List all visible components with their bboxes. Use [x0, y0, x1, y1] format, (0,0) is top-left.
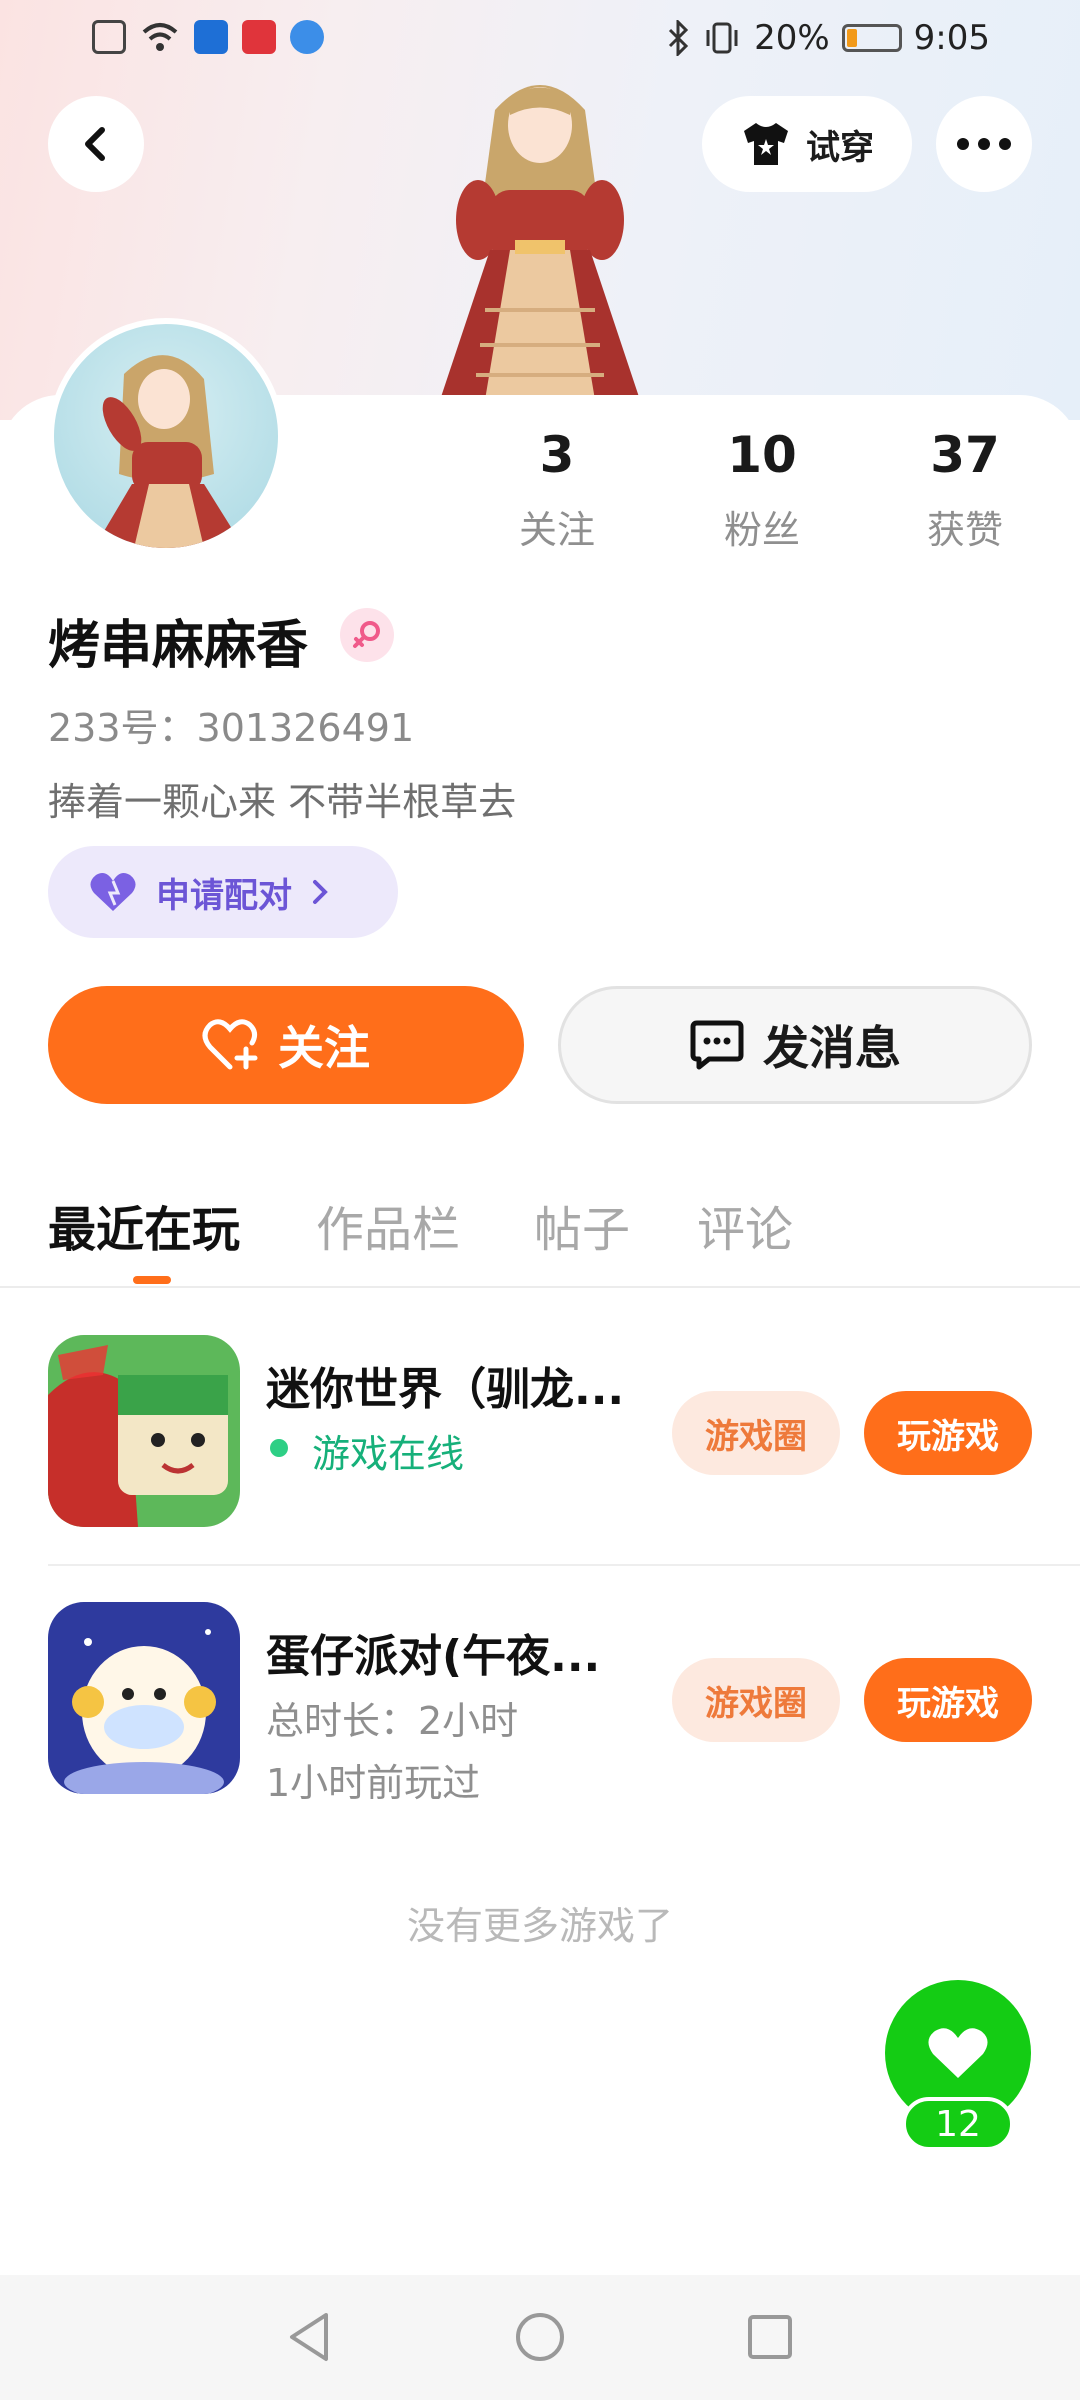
- game-list-item[interactable]: 迷你世界（驯龙... 游戏在线 游戏圈 玩游戏: [0, 1335, 1080, 1571]
- stat-label: 获赞: [926, 508, 1003, 552]
- more-dots-icon: [957, 138, 1011, 150]
- play-game-button[interactable]: 玩游戏: [864, 1658, 1032, 1742]
- stat-value: 3: [539, 426, 575, 484]
- profile-name: 烤串麻麻香: [48, 616, 309, 676]
- back-button[interactable]: [48, 96, 144, 192]
- nav-home-icon[interactable]: [510, 2307, 570, 2367]
- game-circle-button[interactable]: 游戏圈: [672, 1391, 840, 1475]
- bluetooth-icon: [669, 20, 689, 56]
- list-divider: [48, 1564, 1080, 1566]
- tab-comments[interactable]: 评论: [697, 1190, 793, 1260]
- game-circle-button[interactable]: 游戏圈: [672, 1658, 840, 1742]
- user-bio: 捧着一颗心来 不带半根草去: [48, 780, 517, 824]
- heart-icon: [928, 2028, 988, 2078]
- stat-value: 10: [727, 426, 797, 484]
- game-title: 迷你世界（驯龙...: [266, 1364, 625, 1415]
- send-message-button[interactable]: 发消息: [558, 986, 1032, 1104]
- avatar[interactable]: [48, 318, 284, 554]
- game-icon-eggy-party: [48, 1602, 240, 1794]
- battery-fill: [846, 29, 858, 47]
- tab-posts[interactable]: 帖子: [534, 1190, 630, 1260]
- battery-percent: 20%: [754, 18, 830, 58]
- status-left-icons: [92, 20, 324, 54]
- chat-bubble-icon: [690, 1020, 744, 1070]
- try-on-button[interactable]: 试穿: [702, 96, 912, 192]
- tab-recent-playing[interactable]: 最近在玩: [48, 1190, 240, 1260]
- heart-pair-icon: [90, 873, 136, 911]
- nav-back-icon[interactable]: [280, 2307, 340, 2367]
- battery-icon: [841, 24, 902, 52]
- user-id: 233号：301326491: [48, 706, 415, 750]
- like-count: 12: [902, 2097, 1014, 2151]
- chevron-right-icon: [313, 880, 328, 904]
- stat-following[interactable]: 3 关注: [477, 425, 637, 554]
- game-list-item[interactable]: 蛋仔派对(午夜... 总时长：2小时 1小时前玩过 游戏圈 玩游戏: [0, 1602, 1080, 1838]
- game-icon-mini-world: [48, 1335, 240, 1527]
- alert-icon: [92, 20, 126, 54]
- female-gender-icon: [340, 608, 394, 662]
- game-last-played: 1小时前玩过: [266, 1761, 481, 1805]
- status-bar: 20% 9:05: [0, 0, 1080, 80]
- send-message-label: 发消息: [763, 1021, 901, 1075]
- character-figure: [440, 85, 640, 400]
- system-nav-bar: [0, 2275, 1080, 2400]
- request-pair-button[interactable]: 申请配对: [48, 846, 398, 938]
- clock-time: 9:05: [913, 18, 990, 58]
- follow-button[interactable]: 关注: [48, 986, 524, 1104]
- shirt-icon: [744, 123, 788, 165]
- wifi-icon: [142, 23, 178, 51]
- vibrate-icon: [706, 22, 738, 54]
- active-tab-indicator: [133, 1276, 171, 1284]
- play-game-button[interactable]: 玩游戏: [864, 1391, 1032, 1475]
- nav-recents-icon[interactable]: [740, 2307, 800, 2367]
- book-app-icon: [242, 20, 276, 54]
- more-button[interactable]: [936, 96, 1032, 192]
- list-end-text: 没有更多游戏了: [406, 1904, 673, 1948]
- game-title: 蛋仔派对(午夜...: [266, 1631, 601, 1682]
- follow-label: 关注: [278, 1021, 370, 1075]
- stat-label: 关注: [518, 508, 595, 552]
- avatar-character: [94, 355, 244, 548]
- stat-label: 粉丝: [723, 508, 800, 552]
- shield-app-icon: [194, 20, 228, 54]
- chevron-left-icon: [85, 127, 105, 161]
- globe-app-icon: [290, 20, 324, 54]
- stat-likes[interactable]: 37 获赞: [885, 425, 1045, 554]
- game-total-time: 总时长：2小时: [266, 1699, 519, 1743]
- tab-works[interactable]: 作品栏: [316, 1190, 460, 1260]
- heart-plus-icon: [202, 1019, 258, 1070]
- profile-tabs: 最近在玩 作品栏 帖子 评论: [0, 1180, 1080, 1288]
- try-on-label: 试穿: [806, 127, 874, 168]
- stat-followers[interactable]: 10 粉丝: [682, 425, 842, 554]
- request-pair-label: 申请配对: [156, 875, 292, 916]
- status-right: 20% 9:05: [666, 18, 990, 58]
- stat-value: 37: [930, 426, 1000, 484]
